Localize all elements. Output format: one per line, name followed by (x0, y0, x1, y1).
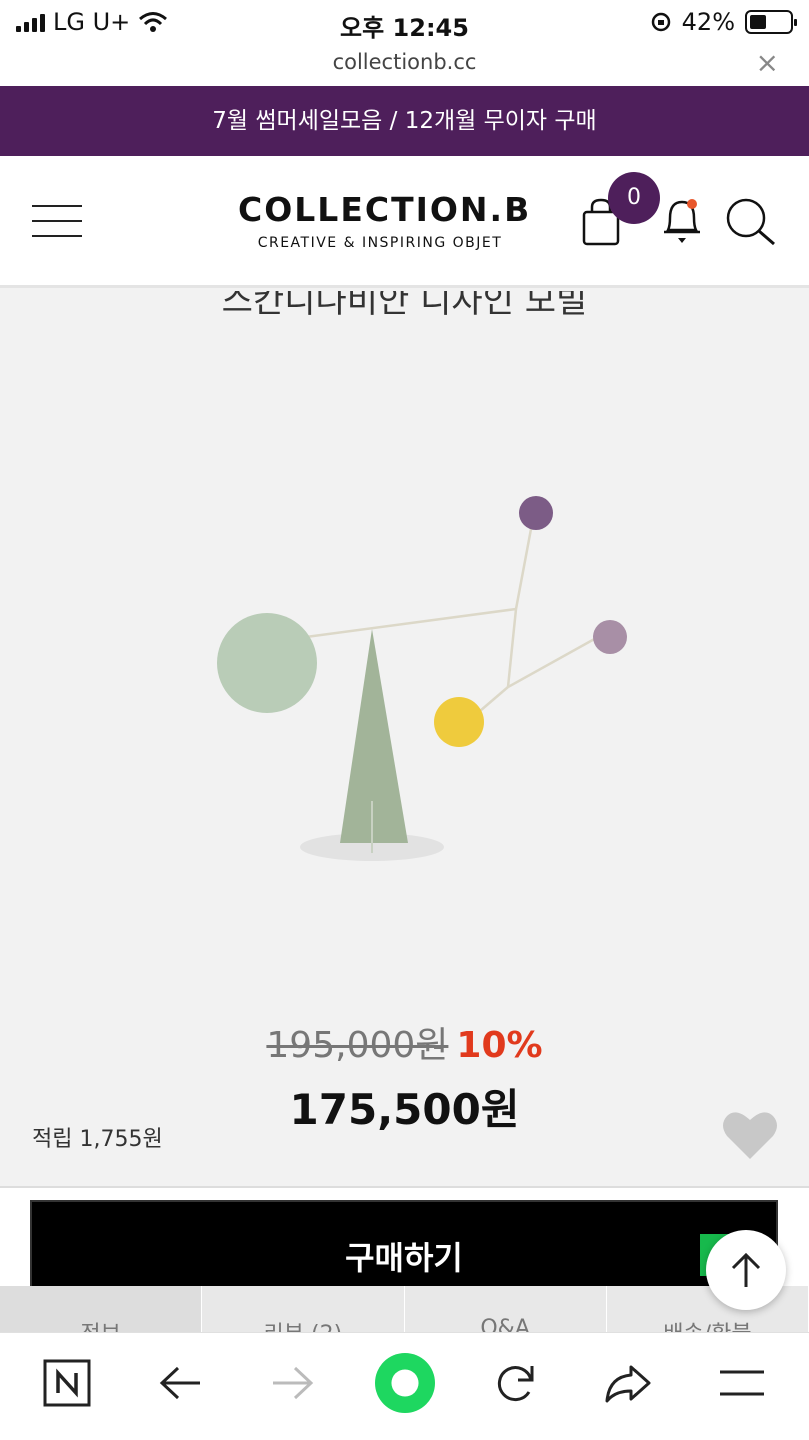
scroll-top-button[interactable] (706, 1230, 786, 1310)
status-right: 42% (650, 8, 797, 36)
points-text: 적립 1,755원 (32, 1127, 163, 1152)
battery-icon (745, 10, 797, 34)
url-text[interactable]: collectionb.cc (0, 50, 809, 74)
site-header: COLLECTION.B CREATIVE & INSPIRING OBJET … (0, 156, 809, 288)
hamburger-icon[interactable] (32, 203, 82, 239)
rotation-lock-icon (651, 12, 670, 32)
battery-percent: 42% (681, 8, 735, 36)
share-button[interactable] (598, 1353, 658, 1413)
price-block: 195,000원 10% 175,500원 (0, 1016, 809, 1137)
back-button[interactable] (150, 1353, 210, 1413)
naver-home-button[interactable] (37, 1353, 97, 1413)
price-row-original: 195,000원 10% (0, 1016, 809, 1068)
refresh-button[interactable] (486, 1353, 546, 1413)
site-logo[interactable]: COLLECTION.B CREATIVE & INSPIRING OBJET (238, 190, 532, 251)
tab-qna[interactable]: Q&A (405, 1286, 607, 1332)
heart-icon[interactable] (722, 1109, 778, 1161)
cart-count-badge[interactable]: 0 (608, 172, 660, 224)
forward-button[interactable] (263, 1353, 323, 1413)
search-icon[interactable] (724, 196, 776, 246)
product-image[interactable] (190, 481, 650, 881)
browser-bottom-bar (0, 1332, 809, 1440)
green-dot-icon (375, 1353, 435, 1413)
product-area: 스칸디나비안 디자인 모빌 195,000원 10% 175,500원 적립 1,… (0, 291, 809, 1186)
green-dot-button[interactable] (375, 1353, 435, 1413)
promo-banner[interactable]: 7월 썸머세일모음 / 12개월 무이자 구매 (0, 86, 809, 156)
close-icon[interactable]: × (756, 46, 779, 79)
status-bar: LG U+ 오후 12:45 42% (0, 0, 809, 44)
product-title: 스칸디나비안 디자인 모빌 (221, 291, 588, 321)
tab-info[interactable]: 정보 (0, 1286, 203, 1332)
discount-rate: 10% (456, 1025, 543, 1066)
arrow-right-icon (273, 1366, 314, 1400)
naver-n-icon (43, 1359, 91, 1407)
product-tabs: 정보 리뷰 (2) Q&A 배송/환불 (0, 1286, 809, 1332)
menu-button[interactable] (712, 1353, 772, 1413)
menu-icon (720, 1370, 764, 1396)
logo-tagline: CREATIVE & INSPIRING OBJET (257, 235, 503, 251)
url-bar: collectionb.cc × (0, 44, 809, 86)
tab-reviews[interactable]: 리뷰 (2) (202, 1286, 405, 1332)
arrow-up-icon (731, 1252, 761, 1287)
refresh-icon (497, 1366, 534, 1402)
logo-brand: COLLECTION.B (238, 190, 532, 229)
arrow-left-icon (159, 1366, 200, 1400)
share-arrow-icon (605, 1365, 651, 1403)
original-price: 195,000원 (266, 1025, 449, 1066)
bell-icon[interactable] (660, 192, 704, 246)
